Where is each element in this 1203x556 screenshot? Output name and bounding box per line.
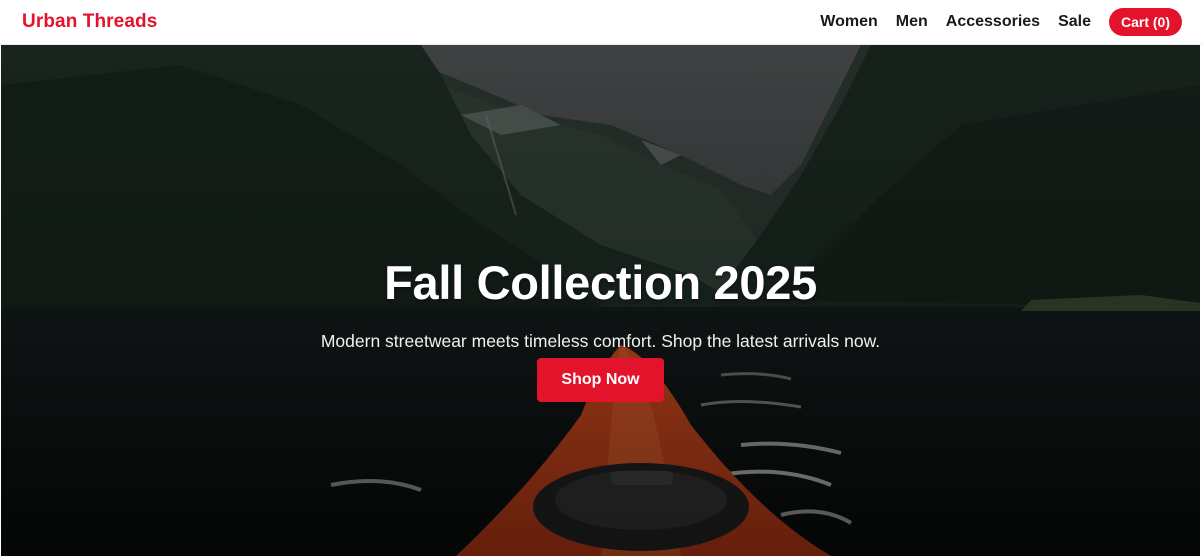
hero-content: Fall Collection 2025 Modern streetwear m… bbox=[1, 257, 1200, 402]
cart-button[interactable]: Cart (0) bbox=[1108, 8, 1182, 36]
site-logo[interactable]: Urban Threads bbox=[22, 11, 157, 33]
nav-link-sale[interactable]: Sale bbox=[1058, 13, 1091, 31]
hero-title: Fall Collection 2025 bbox=[384, 256, 817, 309]
main-nav: Women Men Accessories Sale Cart (0) bbox=[820, 8, 1182, 36]
shop-now-button[interactable]: Shop Now bbox=[537, 357, 664, 402]
nav-link-women[interactable]: Women bbox=[820, 13, 877, 31]
site-header: Urban Threads Women Men Accessories Sale… bbox=[0, 0, 1203, 45]
nav-link-accessories[interactable]: Accessories bbox=[946, 13, 1040, 31]
hero-subtitle: Modern streetwear meets timeless comfort… bbox=[320, 330, 881, 351]
nav-link-men[interactable]: Men bbox=[896, 13, 928, 31]
hero-banner: Fall Collection 2025 Modern streetwear m… bbox=[1, 45, 1200, 556]
